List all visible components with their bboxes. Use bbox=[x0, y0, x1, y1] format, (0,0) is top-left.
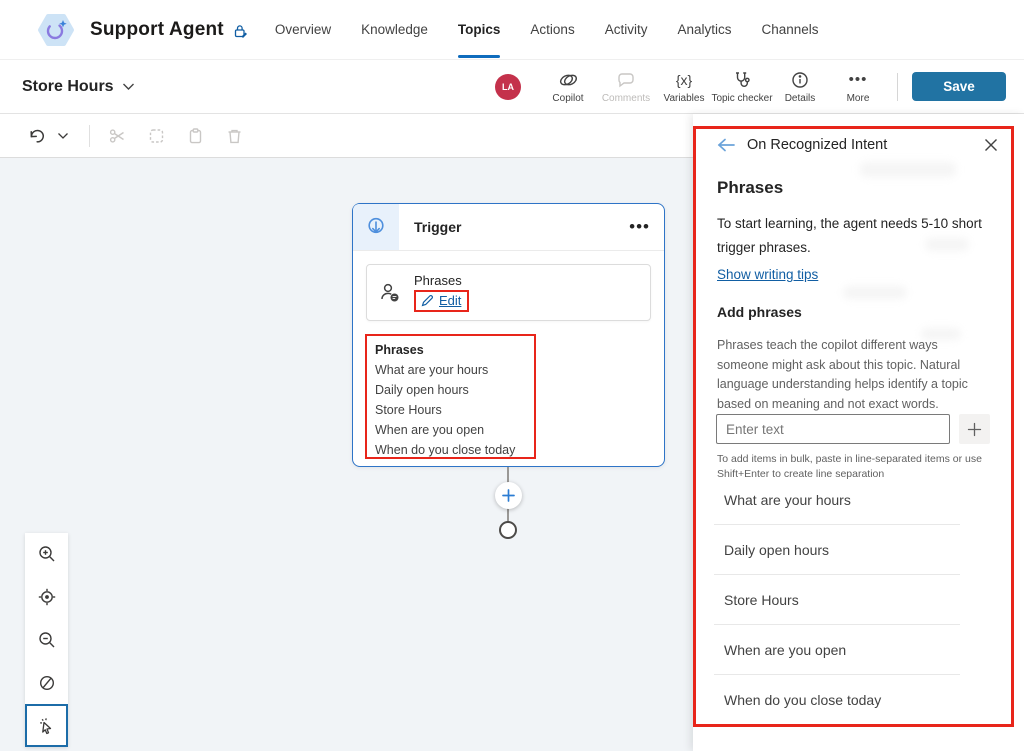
main-area: Trigger ••• Phrases Edit Phrases What ar… bbox=[0, 114, 1024, 751]
edit-annotation-box: Edit bbox=[414, 290, 470, 312]
trigger-node[interactable]: Trigger ••• Phrases Edit Phrases What ar… bbox=[352, 203, 665, 467]
back-arrow-icon[interactable] bbox=[717, 138, 736, 152]
undo-button[interactable] bbox=[28, 127, 47, 145]
topic-title: Store Hours bbox=[22, 77, 114, 95]
toggle-snap-button[interactable] bbox=[25, 661, 68, 704]
app-title: Support Agent bbox=[90, 18, 224, 40]
canvas-zoom-toolbar bbox=[25, 533, 68, 747]
phrase-list-item[interactable]: Daily open hours bbox=[714, 525, 960, 575]
add-phrases-description: Phrases teach the copilot different ways… bbox=[717, 338, 968, 411]
blurred-text-redaction bbox=[860, 162, 956, 177]
phrase-list: What are your hours Daily open hours Sto… bbox=[714, 475, 960, 725]
zoom-in-button[interactable] bbox=[25, 533, 68, 576]
show-writing-tips-link[interactable]: Show writing tips bbox=[717, 267, 818, 282]
copilot-button[interactable]: Copilot bbox=[539, 70, 597, 104]
node-phrase: What are your hours bbox=[375, 363, 489, 377]
node-phrase: When are you open bbox=[375, 423, 485, 437]
phrase-list-item[interactable]: What are your hours bbox=[714, 475, 960, 525]
add-phrases-heading: Add phrases bbox=[717, 304, 802, 320]
zoom-out-button[interactable] bbox=[25, 619, 68, 662]
canvas-edit-toolbar bbox=[0, 114, 693, 158]
node-phrase: When do you close today bbox=[375, 443, 516, 457]
phrase-list-item[interactable]: When do you close today bbox=[714, 675, 960, 725]
trigger-node-more-icon[interactable]: ••• bbox=[629, 217, 650, 237]
trigger-node-title: Trigger bbox=[414, 219, 462, 235]
toolbar-divider bbox=[897, 72, 898, 101]
tab-channels[interactable]: Channels bbox=[762, 0, 819, 60]
add-phrase-button[interactable] bbox=[959, 414, 990, 444]
copilot-icon bbox=[558, 70, 579, 90]
canvas-toolbar-divider bbox=[89, 124, 90, 147]
phrase-list-item[interactable]: Store Hours bbox=[714, 575, 960, 625]
more-button[interactable]: ••• More bbox=[829, 70, 887, 104]
edit-agent-icon[interactable] bbox=[232, 23, 249, 40]
info-icon bbox=[790, 70, 810, 90]
properties-panel: On Recognized Intent Phrases To start le… bbox=[693, 114, 1024, 751]
tab-actions[interactable]: Actions bbox=[530, 0, 574, 60]
cut-icon bbox=[108, 127, 127, 145]
node-phrase: Store Hours bbox=[375, 403, 442, 417]
phrases-annotation-box: Phrases What are your hours Daily open h… bbox=[365, 334, 536, 459]
comments-icon bbox=[616, 70, 636, 90]
node-phrase: Daily open hours bbox=[375, 383, 469, 397]
phrases-card[interactable]: Phrases Edit bbox=[366, 264, 651, 321]
trigger-node-header: Trigger ••• bbox=[353, 204, 664, 251]
select-pointer-button[interactable] bbox=[25, 704, 68, 747]
authoring-canvas[interactable]: Trigger ••• Phrases Edit Phrases What ar… bbox=[0, 114, 693, 751]
paste-icon bbox=[186, 127, 205, 145]
tab-topics[interactable]: Topics bbox=[457, 0, 500, 60]
trigger-icon bbox=[353, 204, 399, 250]
chevron-down-icon bbox=[122, 82, 135, 91]
more-icon: ••• bbox=[848, 70, 868, 88]
nav-tabs: Overview Knowledge Topics Actions Activi… bbox=[275, 0, 819, 60]
topic-checker-button[interactable]: Topic checker bbox=[711, 70, 773, 104]
edit-phrases-link[interactable]: Edit bbox=[439, 293, 461, 308]
phrases-heading: Phrases bbox=[717, 178, 784, 197]
phrases-intro-text: To start learning, the agent needs 5-10 … bbox=[717, 216, 982, 255]
person-chat-icon bbox=[377, 280, 403, 306]
tab-overview[interactable]: Overview bbox=[275, 0, 331, 60]
delete-icon bbox=[225, 127, 244, 145]
blurred-text-redaction bbox=[843, 286, 907, 299]
details-button[interactable]: Details bbox=[771, 70, 829, 104]
phrase-list-item[interactable]: When are you open bbox=[714, 625, 960, 675]
reset-view-button[interactable] bbox=[25, 576, 68, 619]
panel-header: On Recognized Intent bbox=[717, 136, 1000, 154]
tab-knowledge[interactable]: Knowledge bbox=[361, 0, 428, 60]
variables-icon: {x} bbox=[675, 71, 693, 88]
copy-icon bbox=[147, 127, 166, 145]
tab-activity[interactable]: Activity bbox=[605, 0, 648, 60]
phrases-card-label: Phrases bbox=[414, 273, 462, 288]
panel-title: On Recognized Intent bbox=[747, 137, 888, 153]
topic-toolbar: Store Hours LA Copilot Comments {x} Vari… bbox=[0, 60, 1024, 114]
comments-button: Comments bbox=[597, 70, 655, 104]
undo-chevron-icon[interactable] bbox=[57, 132, 69, 140]
stethoscope-icon bbox=[732, 70, 753, 90]
add-node-button[interactable] bbox=[495, 482, 522, 509]
node-phrases-title: Phrases bbox=[375, 343, 424, 357]
tab-analytics[interactable]: Analytics bbox=[677, 0, 731, 60]
phrase-input[interactable] bbox=[716, 414, 950, 444]
avatar[interactable]: LA bbox=[495, 73, 521, 100]
topic-title-dropdown[interactable]: Store Hours bbox=[22, 78, 135, 96]
pencil-icon bbox=[421, 294, 434, 307]
save-button[interactable]: Save bbox=[912, 72, 1006, 101]
top-navigation: Support Agent Overview Knowledge Topics … bbox=[0, 0, 1024, 60]
add-phrase-row bbox=[716, 414, 990, 444]
close-icon[interactable] bbox=[982, 136, 1000, 154]
variables-button[interactable]: {x} Variables bbox=[655, 70, 713, 104]
end-of-conversation-node[interactable] bbox=[499, 521, 517, 539]
copilot-studio-agent-logo-icon bbox=[34, 8, 78, 52]
